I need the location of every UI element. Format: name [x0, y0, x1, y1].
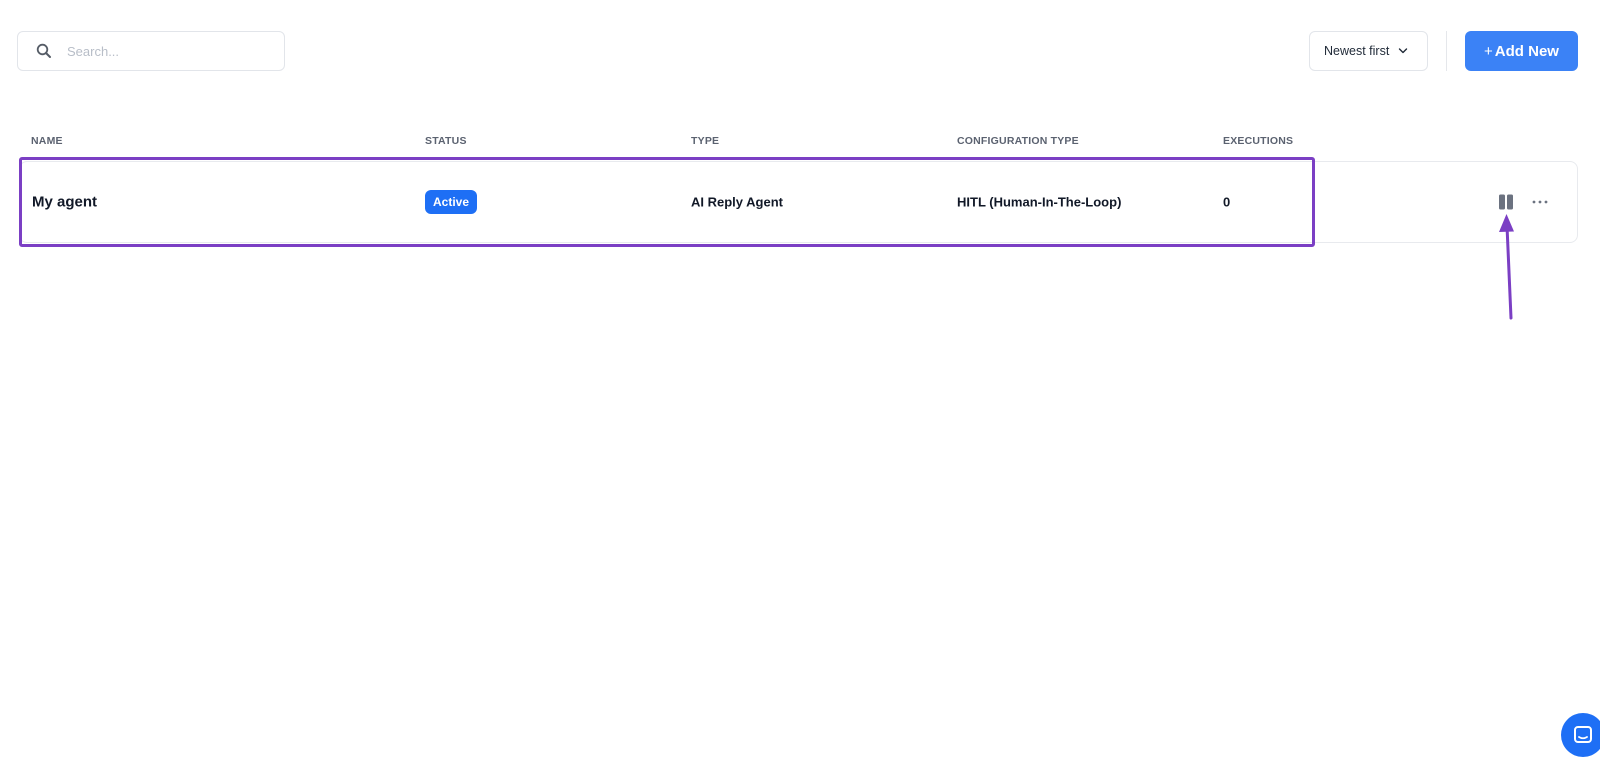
chat-icon — [1573, 725, 1593, 745]
sort-dropdown[interactable]: Newest first — [1309, 31, 1428, 71]
chat-launcher-button[interactable] — [1561, 713, 1600, 757]
column-header-configuration-type: CONFIGURATION TYPE — [957, 135, 1079, 147]
more-actions-button[interactable] — [1528, 192, 1552, 212]
sort-label: Newest first — [1324, 44, 1390, 58]
column-header-type: TYPE — [691, 135, 720, 147]
more-horizontal-icon — [1532, 199, 1548, 205]
add-new-label: Add New — [1494, 42, 1559, 60]
plus-icon: + — [1484, 42, 1493, 60]
search-box[interactable] — [17, 31, 285, 71]
pause-icon — [1497, 193, 1515, 211]
search-input[interactable] — [67, 36, 267, 66]
agents-page: Newest first + Add New NAME STATUS TYPE … — [0, 0, 1600, 774]
column-header-name: NAME — [31, 135, 63, 147]
chevron-down-icon — [1398, 46, 1408, 56]
column-header-status: STATUS — [425, 135, 467, 147]
search-icon — [35, 42, 53, 60]
toolbar-divider — [1446, 31, 1447, 71]
add-new-button[interactable]: + Add New — [1465, 31, 1578, 71]
row-highlight-box — [19, 157, 1315, 247]
annotation-arrow-icon — [1499, 214, 1514, 320]
pause-button[interactable] — [1495, 192, 1517, 212]
column-header-executions: EXECUTIONS — [1223, 135, 1294, 147]
